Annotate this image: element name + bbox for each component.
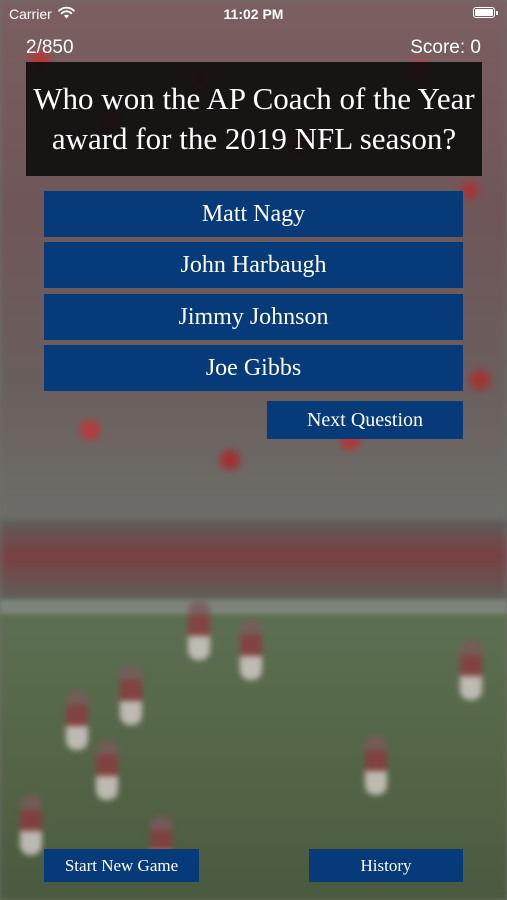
history-button[interactable]: History: [309, 849, 463, 882]
start-new-game-button[interactable]: Start New Game: [44, 849, 199, 882]
player-figure: [240, 620, 262, 680]
answer-button-3[interactable]: Jimmy Johnson: [44, 294, 463, 340]
question-counter: 2/850: [26, 37, 74, 58]
battery-icon: [473, 7, 498, 18]
answer-button-1[interactable]: Matt Nagy: [44, 191, 463, 237]
player-figure: [120, 665, 142, 725]
stadium-wall: [0, 520, 507, 600]
score-label: Score: 0: [410, 37, 481, 58]
player-figure: [365, 735, 387, 795]
answer-button-4[interactable]: Joe Gibbs: [44, 345, 463, 391]
next-question-button[interactable]: Next Question: [267, 401, 463, 439]
status-bar: Carrier 11:02 PM: [0, 0, 507, 28]
player-figure: [20, 795, 42, 855]
player-figure: [188, 600, 210, 660]
player-figure: [460, 640, 482, 700]
player-figure: [66, 690, 88, 750]
question-text: Who won the AP Coach of the Year award f…: [26, 62, 482, 176]
player-figure: [96, 740, 118, 800]
status-time: 11:02 PM: [223, 6, 284, 22]
answer-button-2[interactable]: John Harbaugh: [44, 242, 463, 288]
